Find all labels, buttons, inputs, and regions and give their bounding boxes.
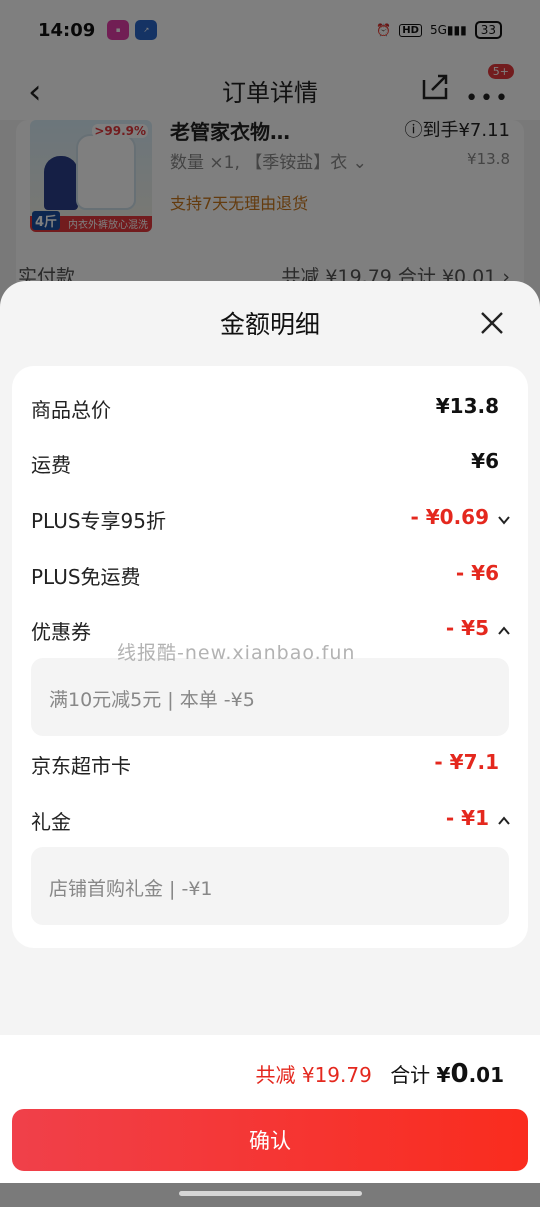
row-label: 运费 [31,453,71,477]
row-label: 京东超市卡 [31,754,131,778]
amount-detail-sheet: 金额明细 商品总价 ¥13.8 运费 ¥6 PLUS专享95折 - ¥0.69 … [0,281,540,1207]
amount-detail-card: 商品总价 ¥13.8 运费 ¥6 PLUS专享95折 - ¥0.69 PLUS免… [12,366,528,948]
row-shipping: 运费 ¥6 [31,449,511,483]
confirm-button[interactable]: 确认 [12,1109,528,1171]
row-label: 优惠券 [31,620,91,644]
chevron-down-icon[interactable] [497,513,511,527]
row-value: - ¥6 [455,561,499,585]
coupon-detail-box: 满10元减5元 | 本单 -¥5 [31,658,509,736]
row-supermarket-card: 京东超市卡 - ¥7.1 [31,750,511,784]
chevron-up-icon[interactable] [497,814,511,828]
home-indicator-bar[interactable] [179,1191,362,1196]
total-currency: ¥ [436,1063,451,1087]
footer-total: 共减 ¥19.79 合计 ¥0.01 [255,1059,504,1089]
row-value: - ¥7.1 [434,750,499,774]
total-reduced: 共减 ¥19.79 [255,1063,372,1087]
row-value: ¥13.8 [435,394,499,418]
row-value: ¥6 [471,449,499,473]
row-label: PLUS专享95折 [31,509,166,533]
home-indicator[interactable] [0,1183,540,1207]
watermark: 线报酷-new.xianbao.fun [117,642,356,664]
total-integer: 0 [450,1059,469,1089]
row-label: 礼金 [31,810,71,834]
row-plus-free-shipping: PLUS免运费 - ¥6 [31,561,511,595]
sheet-footer: 共减 ¥19.79 合计 ¥0.01 确认 [0,1035,540,1207]
row-value: - ¥5 [445,616,489,640]
gift-detail: 店铺首购礼金 | -¥1 [49,878,213,900]
total-decimal: .01 [468,1063,504,1087]
row-plus-discount[interactable]: PLUS专享95折 - ¥0.69 [31,505,511,539]
total-label: 合计 [390,1063,431,1087]
row-label: PLUS免运费 [31,565,141,589]
row-goods-total: 商品总价 ¥13.8 [31,394,511,428]
coupon-detail: 满10元减5元 | 本单 -¥5 [49,689,255,711]
sheet-title: 金额明细 [219,310,320,339]
gift-detail-box: 店铺首购礼金 | -¥1 [31,847,509,925]
row-gift-money[interactable]: 礼金 - ¥1 [31,806,511,840]
row-label: 商品总价 [31,398,111,422]
row-value: - ¥1 [445,806,489,830]
chevron-up-icon[interactable] [497,624,511,638]
close-icon[interactable] [480,311,504,335]
row-value: - ¥0.69 [410,505,489,529]
